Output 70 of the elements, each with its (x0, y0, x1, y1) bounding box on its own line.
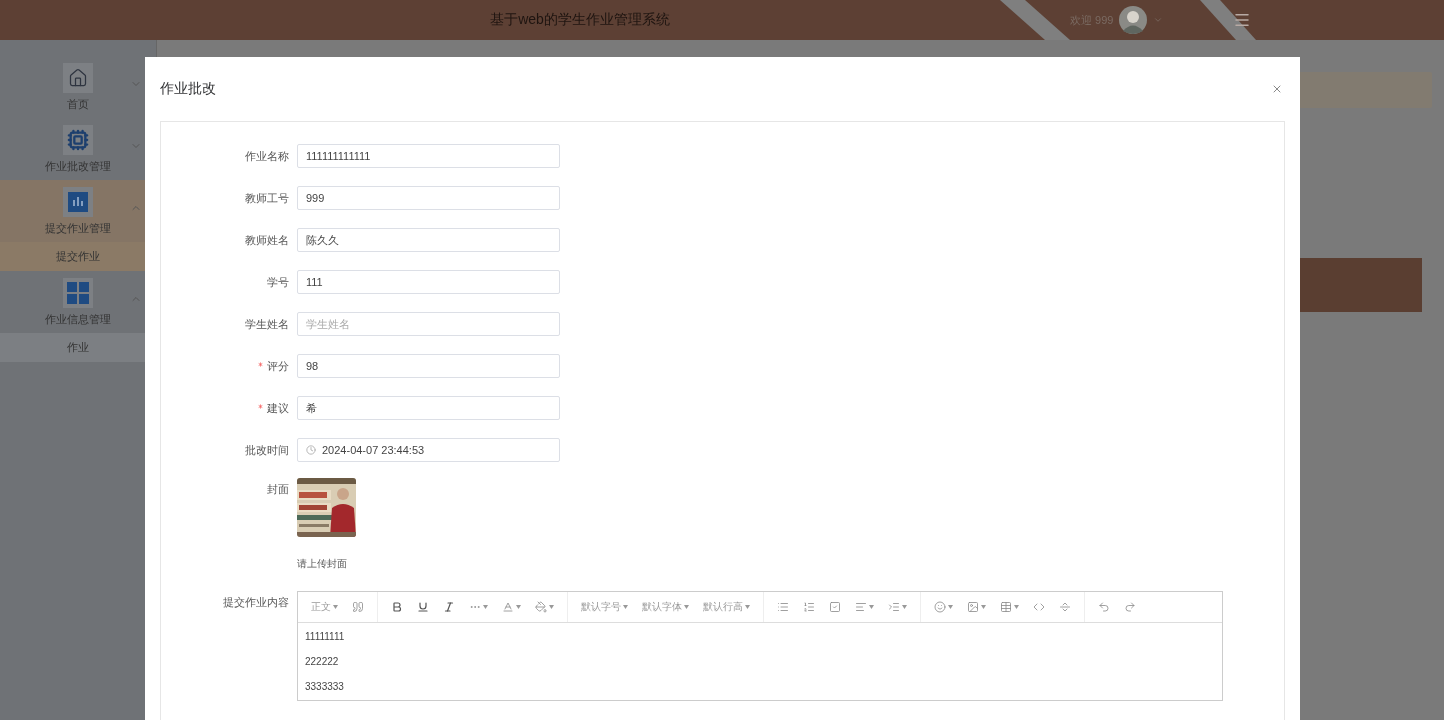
rich-text-editor[interactable]: 正文 默认字号 默认字体 默认行高 11111111 222222 3333333 (297, 591, 1223, 701)
chip-icon (67, 128, 89, 151)
input-field[interactable]: 111 (297, 270, 560, 294)
field-label: 教师姓名 (245, 234, 289, 246)
caret-icon (902, 605, 907, 609)
dropdown-button[interactable]: 默认字体 (635, 595, 696, 619)
underline-icon (417, 601, 429, 613)
image-icon (967, 601, 979, 613)
field-label: 评分 (267, 360, 289, 372)
caret-icon (869, 605, 874, 609)
numbered-list-icon (803, 601, 815, 613)
caret-icon (745, 605, 750, 609)
paragraph: 222222 (305, 656, 340, 667)
field-label: 提交作业内容 (223, 596, 289, 608)
input-field[interactable]: 学生姓名 (297, 312, 560, 336)
field-label: 教师工号 (245, 192, 289, 204)
font-color-icon (502, 601, 514, 613)
dropdown-button[interactable]: 默认字号 (574, 595, 635, 619)
align-left-icon (855, 601, 867, 613)
sidebar-item[interactable]: 首页 (0, 56, 156, 118)
caret-icon (1014, 605, 1019, 609)
input-field[interactable]: 陈久久 (297, 228, 560, 252)
date-field[interactable]: 2024-04-07 23:44:53 (297, 438, 560, 462)
caret-icon (333, 605, 338, 609)
avatar[interactable] (1119, 6, 1148, 34)
input-field[interactable]: 999 (297, 186, 560, 210)
caret-icon (981, 605, 986, 609)
quote-icon (352, 601, 364, 613)
input-field[interactable]: 111111111111 (297, 144, 560, 168)
undo-icon (1098, 601, 1110, 613)
field-label: 学号 (267, 276, 289, 288)
caret-icon (549, 605, 554, 609)
caret-icon (684, 605, 689, 609)
bar-chart-icon (68, 191, 88, 212)
field-label: 作业名称 (245, 150, 289, 162)
dropdown-button[interactable]: 默认行高 (696, 595, 757, 619)
input-field[interactable]: 98 (297, 354, 560, 378)
field-label: 封面 (267, 483, 289, 495)
smiley-icon (934, 601, 946, 613)
italic-icon (443, 601, 455, 613)
dropdown-button[interactable]: 正文 (304, 595, 345, 619)
field-label: 学生姓名 (245, 318, 289, 330)
field-label: 批改时间 (245, 444, 289, 456)
caret-icon (623, 605, 628, 609)
paragraph: 3333333 (305, 681, 345, 692)
checkbox-icon (829, 601, 841, 613)
paragraph: 11111111 (305, 631, 346, 642)
caret-icon (948, 605, 953, 609)
caret-icon (516, 605, 521, 609)
menu-icon[interactable] (1233, 11, 1252, 29)
dialog-title: 作业批改 (160, 80, 216, 98)
upload-hint: 请上传封面 (297, 557, 347, 571)
house-icon (68, 67, 88, 88)
caret-icon (483, 605, 488, 609)
table-icon (1000, 601, 1012, 613)
clock-icon (306, 445, 316, 455)
sidebar-label: 首页 (67, 96, 89, 112)
input-field[interactable]: 希 (297, 396, 560, 420)
fill-color-icon (535, 601, 547, 613)
sidebar-label: 提交作业管理 (45, 220, 111, 236)
field-label: 建议 (267, 402, 289, 414)
redo-icon (1124, 601, 1136, 613)
divider-icon (1059, 601, 1071, 613)
grid-icon (67, 281, 89, 304)
chevron-down-icon[interactable] (1153, 15, 1164, 25)
code-icon (1033, 601, 1045, 613)
bold-icon (391, 601, 403, 613)
bullet-list-icon (777, 601, 789, 613)
indent-icon (888, 601, 900, 613)
close-button[interactable] (1271, 83, 1283, 95)
